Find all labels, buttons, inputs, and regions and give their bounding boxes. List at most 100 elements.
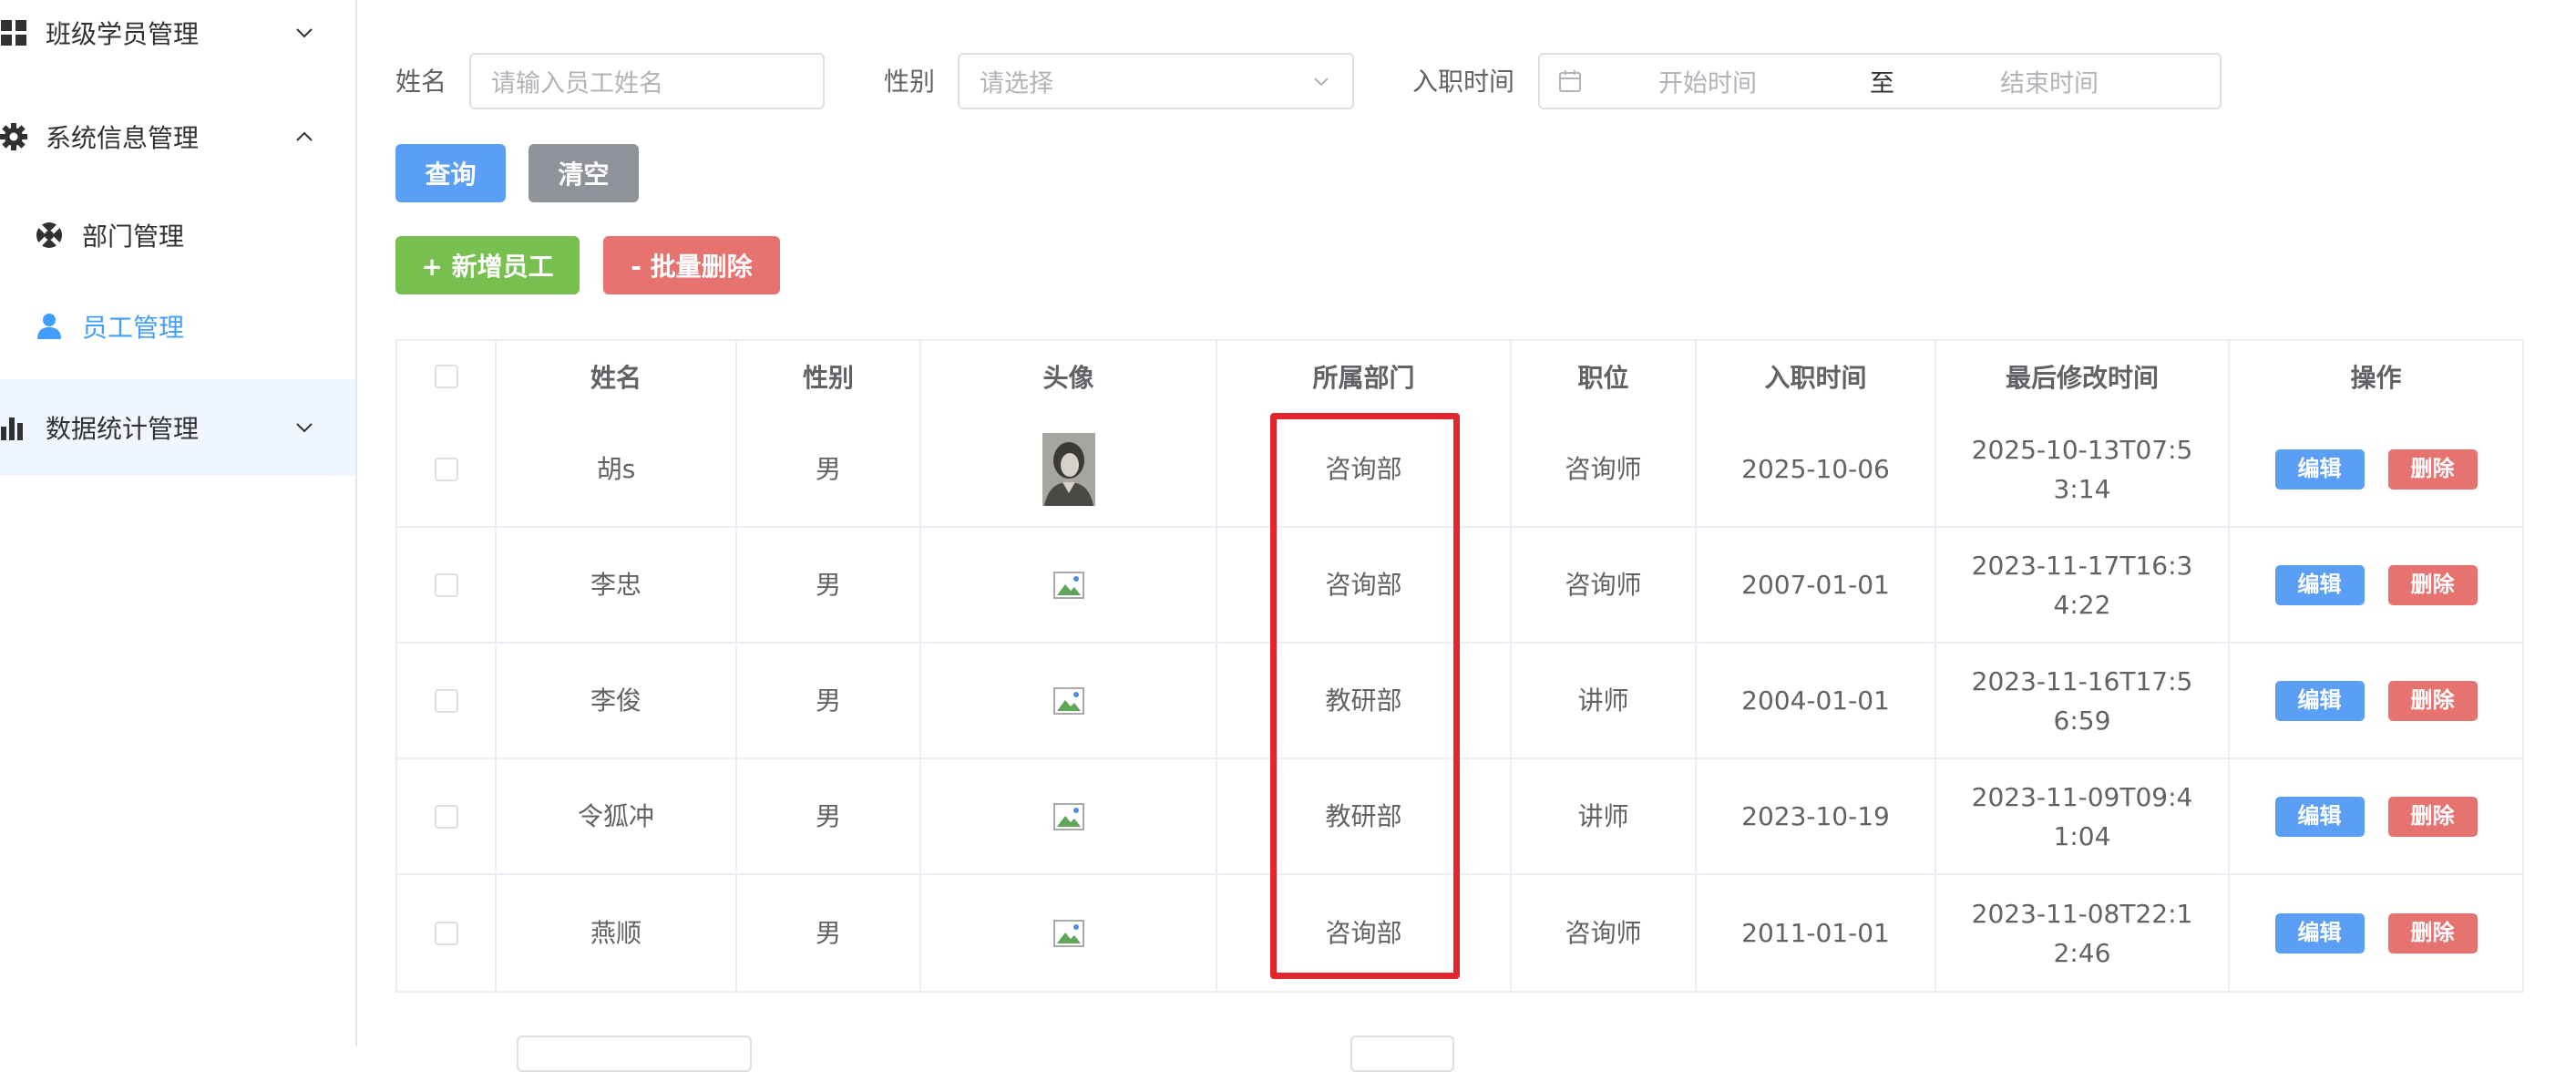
cell-dept: 咨询部: [1217, 528, 1512, 642]
broken-image-icon: [1052, 571, 1084, 599]
cell-name: 李忠: [497, 528, 737, 642]
delete-button[interactable]: 删除: [2387, 448, 2478, 490]
modified-time-text: 2023-11-16T17:56:59: [1971, 665, 2193, 736]
cell-dept: 咨询部: [1217, 412, 1512, 526]
dept-icon: [36, 222, 62, 248]
row-checkbox[interactable]: [434, 921, 458, 945]
chevron-down-icon: [296, 423, 313, 433]
menu-group-class-students[interactable]: 班级学员管理: [0, 0, 355, 78]
sidebar: 班级学员管理 系统信息管理 部门管理 员工管理 数据统计管理: [0, 0, 357, 1046]
row-checkbox[interactable]: [434, 572, 458, 597]
user-icon: [37, 314, 61, 339]
cell-entry-date: 2011-01-01: [1697, 875, 1936, 991]
delete-button[interactable]: 删除: [2387, 912, 2478, 953]
col-header-modified: 最后修改时间: [1936, 341, 2230, 412]
col-header-entry-date: 入职时间: [1697, 341, 1936, 412]
cell-position: 讲师: [1512, 644, 1697, 758]
menu-group-label: 数据统计管理: [46, 414, 200, 444]
table-row: 李忠 男 咨询部 咨询师 2007-01-01 2023-11-17T16:34…: [397, 528, 2522, 644]
edit-button[interactable]: 编辑: [2274, 796, 2365, 837]
select-all-cell: [397, 341, 497, 412]
row-checkbox[interactable]: [434, 688, 458, 713]
table-row: 燕顺 男 咨询部 咨询师 2011-01-01 2023-11-08T22:12…: [397, 875, 2522, 991]
col-header-avatar: 头像: [921, 341, 1217, 412]
edit-button[interactable]: 编辑: [2274, 680, 2365, 721]
date-end-placeholder: 结束时间: [2000, 69, 2099, 98]
query-button[interactable]: 查询: [395, 144, 506, 202]
col-header-name: 姓名: [497, 341, 737, 412]
cell-avatar: [921, 412, 1217, 526]
cell-gender: 男: [737, 412, 921, 526]
cell-actions: 编辑 删除: [2230, 644, 2522, 758]
cell-entry-date: 2004-01-01: [1697, 644, 1936, 758]
cell-position: 讲师: [1512, 759, 1697, 873]
cell-position: 咨询师: [1512, 528, 1697, 642]
chevron-up-icon: [296, 131, 313, 141]
row-select-cell: [397, 412, 497, 526]
edit-button[interactable]: 编辑: [2274, 564, 2365, 605]
gender-filter-label: 性别: [884, 67, 936, 97]
modified-time-text: 2023-11-17T16:34:22: [1971, 550, 2193, 620]
delete-button[interactable]: 删除: [2387, 680, 2478, 721]
table-header-row: 姓名 性别 头像 所属部门 职位 入职时间 最后修改时间 操作: [397, 341, 2522, 412]
cell-entry-date: 2007-01-01: [1697, 528, 1936, 642]
menu-group-system-info[interactable]: 系统信息管理: [0, 91, 355, 182]
grid-icon: [1, 20, 26, 46]
date-range-separator: 至: [1870, 69, 1894, 98]
edit-button[interactable]: 编辑: [2274, 912, 2365, 953]
cell-dept: 教研部: [1217, 644, 1512, 758]
cell-entry-date: 2025-10-06: [1697, 412, 1936, 526]
cell-modified: 2025-10-13T07:53:14: [1936, 412, 2230, 526]
page-jump-input[interactable]: [1350, 1036, 1454, 1072]
batch-delete-button[interactable]: - 批量删除: [603, 236, 780, 294]
row-checkbox[interactable]: [434, 457, 458, 481]
cell-modified: 2023-11-16T17:56:59: [1936, 644, 2230, 758]
row-select-cell: [397, 644, 497, 758]
sidebar-item-label: 部门管理: [82, 222, 185, 252]
broken-image-icon: [1052, 686, 1084, 715]
page-size-select[interactable]: [517, 1036, 752, 1072]
cell-actions: 编辑 删除: [2230, 759, 2522, 873]
edit-button[interactable]: 编辑: [2274, 448, 2365, 490]
chevron-down-icon: [296, 28, 313, 38]
cell-actions: 编辑 删除: [2230, 528, 2522, 642]
cell-gender: 男: [737, 875, 921, 991]
bar-chart-icon: [1, 417, 23, 440]
menu-group-label: 系统信息管理: [46, 123, 200, 153]
chevron-down-icon: [1314, 77, 1329, 87]
employee-table: 姓名 性别 头像 所属部门 职位 入职时间 最后修改时间 操作 胡s 男 咨询部…: [395, 339, 2524, 993]
modified-time-text: 2023-11-09T09:41:04: [1971, 781, 2193, 851]
cell-dept: 咨询部: [1217, 875, 1512, 991]
cell-avatar: [921, 875, 1217, 991]
row-select-cell: [397, 875, 497, 991]
col-header-dept: 所属部门: [1217, 341, 1512, 412]
cell-dept: 教研部: [1217, 759, 1512, 873]
table-row: 李俊 男 教研部 讲师 2004-01-01 2023-11-16T17:56:…: [397, 644, 2522, 759]
cell-position: 咨询师: [1512, 412, 1697, 526]
cell-entry-date: 2023-10-19: [1697, 759, 1936, 873]
broken-image-icon: [1052, 802, 1084, 830]
menu-group-statistics[interactable]: 数据统计管理: [0, 379, 355, 476]
gender-select[interactable]: 请选择: [958, 53, 1354, 109]
delete-button[interactable]: 删除: [2387, 564, 2478, 605]
entry-date-range-picker[interactable]: 开始时间 至 结束时间: [1538, 53, 2222, 109]
sidebar-item-employee-management[interactable]: 员工管理: [0, 281, 355, 372]
sidebar-item-dept-management[interactable]: 部门管理: [0, 190, 355, 281]
cell-modified: 2023-11-08T22:12:46: [1936, 875, 2230, 991]
modified-time-text: 2025-10-13T07:53:14: [1971, 434, 2193, 504]
calendar-icon: [1559, 70, 1581, 92]
cell-gender: 男: [737, 528, 921, 642]
col-header-gender: 性别: [737, 341, 921, 412]
select-all-checkbox[interactable]: [434, 365, 458, 388]
name-search-input[interactable]: 请输入员工姓名: [469, 53, 825, 109]
cell-name: 李俊: [497, 644, 737, 758]
delete-button[interactable]: 删除: [2387, 796, 2478, 837]
modified-time-text: 2023-11-08T22:12:46: [1971, 898, 2193, 968]
menu-group-label: 班级学员管理: [46, 19, 200, 49]
add-employee-button[interactable]: + 新增员工: [395, 236, 580, 294]
row-checkbox[interactable]: [434, 804, 458, 829]
clear-button[interactable]: 清空: [529, 144, 639, 202]
cell-name: 燕顺: [497, 875, 737, 991]
name-filter-label: 姓名: [395, 67, 447, 97]
cell-gender: 男: [737, 759, 921, 873]
